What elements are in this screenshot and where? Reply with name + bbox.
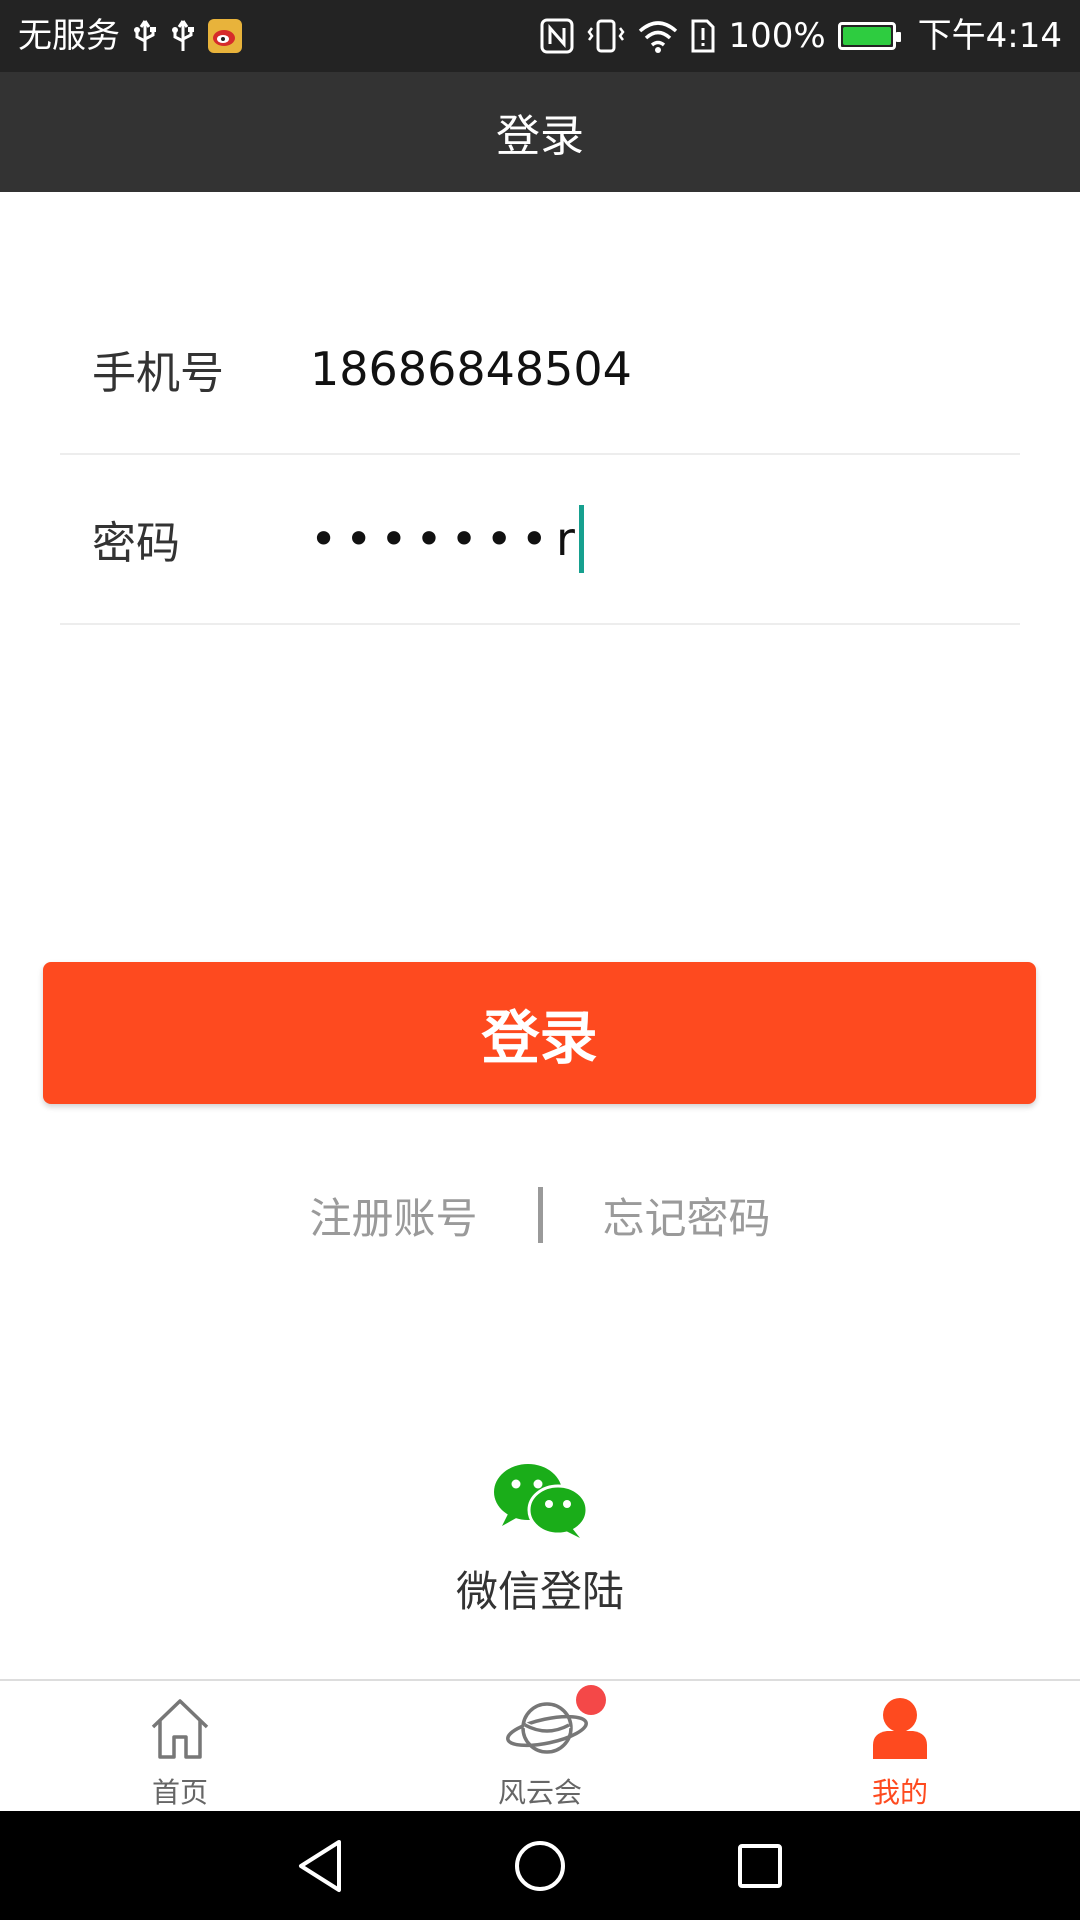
home-icon [145,1695,215,1761]
back-icon[interactable] [290,1836,350,1896]
wifi-icon [638,19,678,53]
password-last-char: r [555,512,575,566]
link-divider [537,1187,543,1243]
wechat-login-label: 微信登陆 [455,1567,624,1616]
auth-links: 注册账号 忘记密码 [0,1180,1080,1250]
login-button[interactable]: 登录 [43,962,1036,1104]
phone-input[interactable]: 18686848504 [310,342,632,396]
carrier-text: 无服务 [18,16,120,56]
tab-fengyunhui-label: 风云会 [497,1776,582,1809]
text-cursor [578,505,584,573]
bottom-tab-bar: 首页 风云会 我的 [0,1679,1080,1811]
forgot-password-link[interactable]: 忘记密码 [603,1185,771,1246]
tab-mine-label: 我的 [871,1776,928,1809]
weibo-icon [208,19,242,53]
battery-percent: 100% [728,16,826,56]
usb-icon [132,19,158,53]
phone-label: 手机号 [92,348,224,399]
vibrate-icon [586,18,626,54]
planet-icon [505,1695,588,1761]
tab-fengyunhui[interactable]: 风云会 [360,1681,720,1811]
notification-badge [576,1685,606,1715]
user-icon [865,1695,935,1761]
header-bar: 登录 [0,72,1080,192]
password-mask: ••••••• [310,512,556,566]
tab-home[interactable]: 首页 [0,1681,360,1811]
home-circle-icon[interactable] [510,1836,570,1896]
password-label: 密码 [92,518,180,569]
tab-home-label: 首页 [151,1776,208,1809]
sim-alert-icon [690,18,716,54]
login-screen: 无服务 100% 下午4:14 登录 手机号 18686848504 密码 ••… [0,0,1080,1920]
recents-icon[interactable] [730,1836,790,1896]
password-input[interactable]: ••••••• r [310,505,584,573]
system-nav-bar [0,1811,1080,1920]
battery-charging-icon [837,22,901,50]
wechat-icon [490,1460,590,1540]
register-link[interactable]: 注册账号 [309,1185,477,1246]
status-bar: 无服务 100% 下午4:14 [0,0,1080,72]
usb-icon [170,19,196,53]
phone-row: 手机号 18686848504 [60,285,1020,455]
nfc-icon [540,18,574,54]
password-row: 密码 ••••••• r [60,455,1020,625]
wechat-login-button[interactable]: 微信登陆 [390,1460,690,1630]
page-title: 登录 [496,111,584,162]
tab-mine[interactable]: 我的 [720,1681,1080,1811]
clock-text: 下午4:14 [917,16,1062,56]
